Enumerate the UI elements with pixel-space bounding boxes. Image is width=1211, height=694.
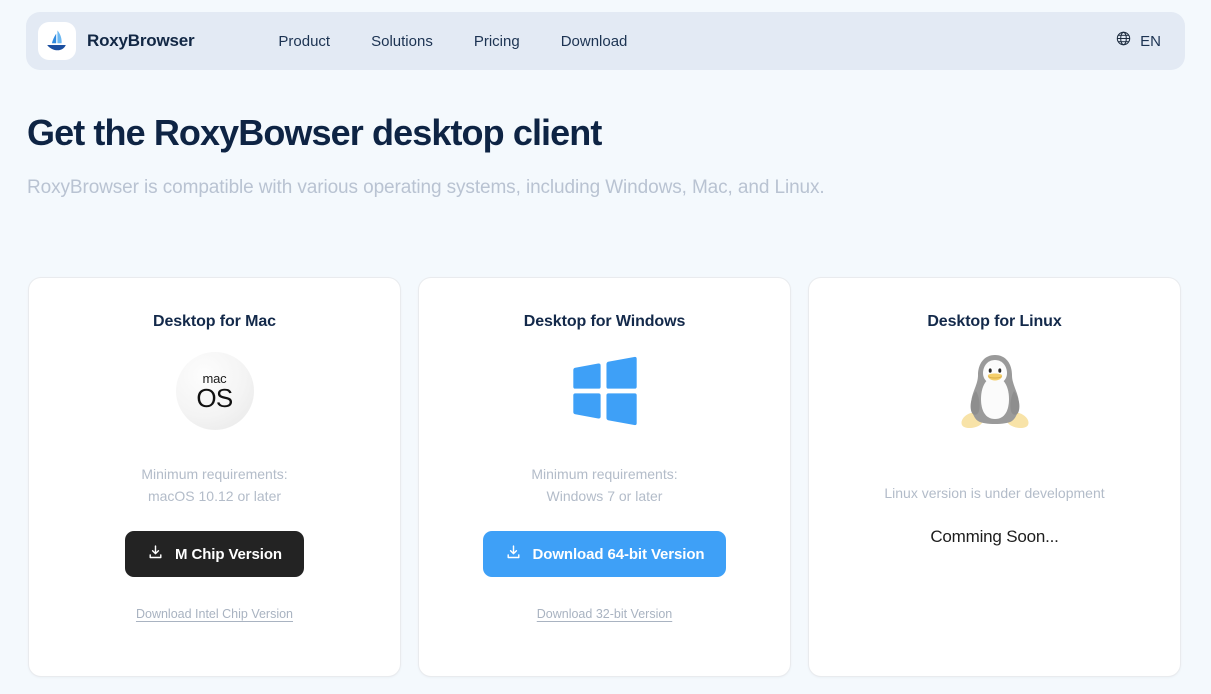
download-m-chip-label: M Chip Version <box>175 545 282 563</box>
card-requirements: Minimum requirements: Windows 7 or later <box>531 463 677 507</box>
download-64bit-button[interactable]: Download 64-bit Version <box>482 531 727 577</box>
macos-label-bottom: OS <box>196 382 233 413</box>
card-title: Desktop for Mac <box>153 313 276 330</box>
linux-development-note: Linux version is under development <box>884 485 1105 501</box>
language-selector[interactable]: EN <box>1116 31 1161 51</box>
linux-status-text: Comming Soon... <box>930 527 1059 546</box>
download-m-chip-button[interactable]: M Chip Version <box>125 531 304 577</box>
download-32bit-link[interactable]: Download 32-bit Version <box>537 607 673 621</box>
globe-icon <box>1116 31 1131 51</box>
card-windows: Desktop for Windows Minimum requirements… <box>418 277 791 677</box>
main-nav: Product Solutions Pricing Download <box>278 33 627 50</box>
nav-item-solutions[interactable]: Solutions <box>371 33 433 50</box>
linux-tux-logo-icon <box>955 345 1035 437</box>
card-title: Desktop for Linux <box>927 313 1062 330</box>
requirements-line-2: Windows 7 or later <box>546 488 663 504</box>
download-icon <box>147 544 164 565</box>
card-linux: Desktop for Linux Linux version is under… <box>808 277 1181 677</box>
nav-item-download[interactable]: Download <box>561 33 628 50</box>
language-code: EN <box>1140 32 1161 50</box>
site-header: RoxyBrowser Product Solutions Pricing Do… <box>26 12 1185 70</box>
card-mac: Desktop for Mac mac OS Minimum requireme… <box>28 277 401 677</box>
download-intel-chip-link[interactable]: Download Intel Chip Version <box>136 607 293 621</box>
brand[interactable]: RoxyBrowser <box>38 22 195 60</box>
requirements-line-1: Minimum requirements: <box>531 466 678 482</box>
macos-logo-icon: mac OS <box>175 345 254 437</box>
download-64bit-label: Download 64-bit Version <box>532 545 705 563</box>
page-title: Get the RoxyBowser desktop client <box>27 112 602 153</box>
download-icon <box>505 544 522 565</box>
page-subtitle: RoxyBrowser is compatible with various o… <box>27 177 825 198</box>
nav-item-product[interactable]: Product <box>278 33 330 50</box>
nav-item-pricing[interactable]: Pricing <box>474 33 520 50</box>
brand-name: RoxyBrowser <box>87 31 195 50</box>
download-cards: Desktop for Mac mac OS Minimum requireme… <box>28 277 1183 677</box>
requirements-line-2: macOS 10.12 or later <box>147 488 282 504</box>
requirements-line-1: Minimum requirements: <box>141 466 288 482</box>
card-title: Desktop for Windows <box>523 313 686 330</box>
card-requirements: Minimum requirements: macOS 10.12 or lat… <box>141 463 287 507</box>
sailboat-logo-icon <box>38 22 76 60</box>
windows-logo-icon <box>566 345 644 437</box>
